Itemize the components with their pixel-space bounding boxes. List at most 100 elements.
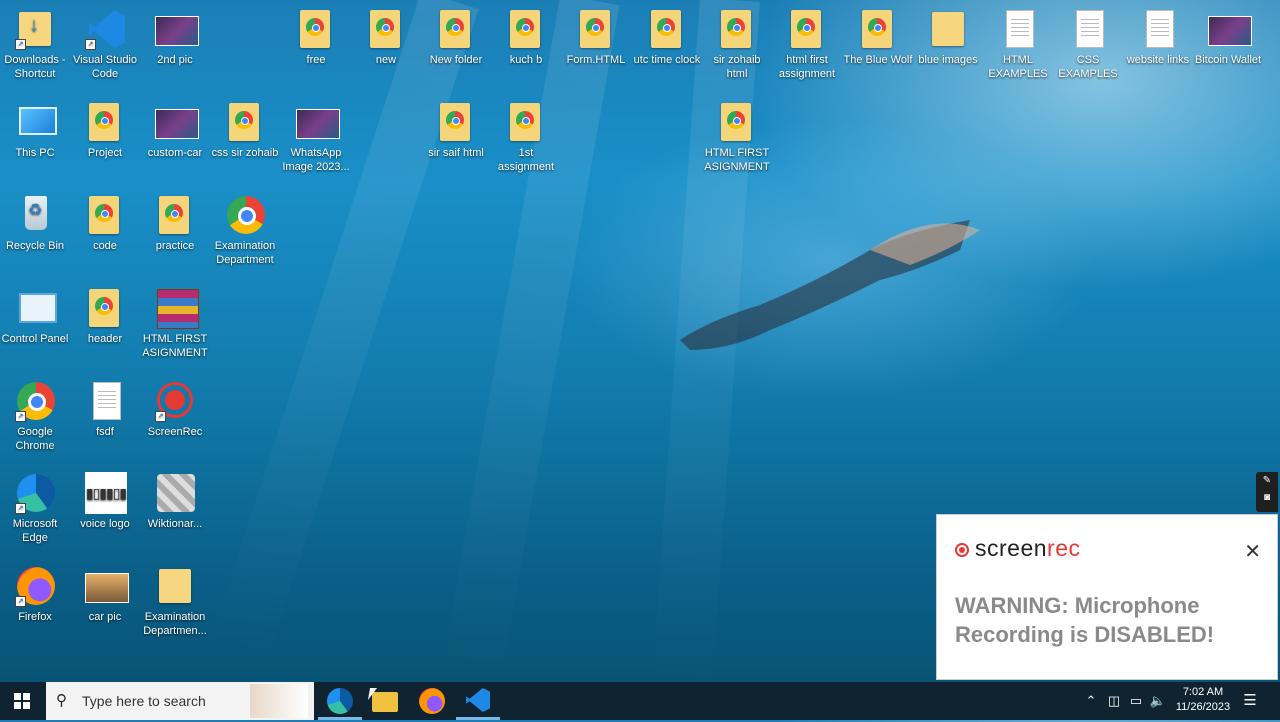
- desktop-icon-label: Downloads - Shortcut: [4, 54, 66, 80]
- desktop-icon-label: 2nd pic: [157, 54, 193, 66]
- camera-icon[interactable]: ◙: [1256, 492, 1278, 503]
- pencil-icon[interactable]: ✎: [1256, 475, 1278, 486]
- image-icon: [155, 8, 199, 50]
- control-panel-icon: [15, 287, 57, 329]
- desktop-icon[interactable]: new: [351, 8, 421, 67]
- desktop-icon[interactable]: HTML FIRST ASIGNMENT: [702, 101, 772, 174]
- shortcut-arrow-icon: ↗: [15, 503, 26, 514]
- desktop-icon[interactable]: practice: [140, 194, 210, 253]
- desktop-icon[interactable]: Form.HTML: [561, 8, 631, 67]
- folder-doc-icon: [436, 101, 476, 143]
- desktop-icon[interactable]: CSS EXAMPLES: [1053, 8, 1123, 81]
- desktop-icon-label: voice logo: [80, 518, 130, 530]
- desktop-icon[interactable]: utc time clock: [632, 8, 702, 67]
- desktop-icon-label: website links: [1126, 54, 1190, 66]
- desktop-icon[interactable]: blue images: [913, 8, 983, 67]
- search-placeholder: Type here to search: [82, 693, 206, 709]
- desktop-icon[interactable]: Project: [70, 101, 140, 160]
- taskbar-search-box[interactable]: ⚲ Type here to search: [46, 682, 314, 720]
- desktop-icon[interactable]: kuch b: [491, 8, 561, 67]
- folder-doc-icon: [576, 8, 616, 50]
- firefox-icon: ↗: [15, 565, 55, 607]
- taskbar-file-explorer-icon[interactable]: [372, 692, 398, 712]
- desktop-icon-label: CSS EXAMPLES: [1058, 54, 1118, 80]
- folder-doc-icon: [506, 101, 546, 143]
- shortcut-arrow-icon: ↗: [15, 596, 26, 607]
- desktop-icon[interactable]: ↗ Google Chrome: [0, 380, 70, 453]
- desktop-icon[interactable]: 1st assignment: [491, 101, 561, 174]
- desktop-icon[interactable]: Bitcoin Wallet: [1193, 8, 1263, 67]
- shortcut-arrow-icon: ↗: [15, 411, 26, 422]
- image-icon: [296, 101, 340, 143]
- taskbar-firefox-icon[interactable]: [419, 688, 445, 714]
- windows-start-button[interactable]: [0, 682, 44, 720]
- desktop-icon-label: car pic: [88, 611, 122, 623]
- desktop-icon[interactable]: ↓ ↗ Downloads - Shortcut: [0, 8, 70, 81]
- desktop-icon[interactable]: 2nd pic: [140, 8, 210, 67]
- network-icon[interactable]: ▭: [1126, 682, 1146, 720]
- clock-date: 11/26/2023: [1175, 701, 1231, 713]
- vscode-icon: ↗: [85, 8, 125, 50]
- desktop-icon-label: blue images: [918, 54, 978, 66]
- desktop-icon[interactable]: This PC: [0, 101, 70, 160]
- text-file-icon: [998, 8, 1038, 50]
- desktop-icon[interactable]: Examination Departmen...: [140, 565, 210, 638]
- desktop-icon[interactable]: custom-car: [140, 101, 210, 160]
- clock-time: 7:02 AM: [1182, 686, 1224, 698]
- image-icon: [1208, 8, 1252, 50]
- desktop-icon[interactable]: ▮▯▮▮▯▮ voice logo: [70, 472, 140, 531]
- volume-icon[interactable]: 🔈: [1148, 682, 1168, 720]
- desktop-icon[interactable]: WhatsApp Image 2023...: [281, 101, 351, 174]
- desktop-icon[interactable]: ↗ Microsoft Edge: [0, 472, 70, 545]
- taskbar-vscode-icon[interactable]: [466, 688, 490, 712]
- desktop-icon-label: header: [87, 333, 123, 345]
- brand-rec: rec: [1047, 535, 1081, 561]
- desktop-icon[interactable]: HTML EXAMPLES: [983, 8, 1053, 81]
- desktop-icon[interactable]: sir zohaib html: [702, 8, 772, 81]
- desktop-icon-label: Visual Studio Code: [72, 54, 137, 80]
- show-hidden-icons-chevron-icon[interactable]: ⌃: [1082, 682, 1100, 720]
- desktop-icon[interactable]: header: [70, 287, 140, 346]
- desktop-icon[interactable]: free: [281, 8, 351, 67]
- desktop-icon[interactable]: html first assignment: [772, 8, 842, 81]
- folder-doc-icon: [506, 8, 546, 50]
- image-icon: [155, 101, 199, 143]
- desktop-icon-label: kuch b: [509, 54, 543, 66]
- desktop-icon-label: code: [93, 240, 117, 252]
- desktop-icon[interactable]: ↗ Firefox: [0, 565, 70, 624]
- text-file-icon: [1138, 8, 1178, 50]
- desktop-icon[interactable]: sir saif html: [421, 101, 491, 160]
- search-icon: ⚲: [56, 692, 67, 709]
- notification-center-icon[interactable]: ☰: [1240, 682, 1260, 720]
- search-highlight-image: [250, 684, 308, 718]
- desktop-icon[interactable]: ↗ Visual Studio Code: [70, 8, 140, 81]
- desktop-icon[interactable]: New folder: [421, 8, 491, 67]
- record-icon: [955, 543, 969, 557]
- taskbar-clock[interactable]: 7:02 AM 11/26/2023: [1170, 685, 1236, 715]
- desktop-icon-label: 1st assignment: [497, 147, 555, 173]
- desktop-icon[interactable]: HTML FIRST ASIGNMENT: [140, 287, 210, 360]
- desktop-icon[interactable]: The Blue Wolf: [843, 8, 913, 67]
- close-icon[interactable]: ✕: [1244, 539, 1261, 564]
- taskbar-edge-icon[interactable]: [327, 688, 353, 714]
- light-ray: [208, 0, 479, 666]
- desktop-icon[interactable]: Recycle Bin: [0, 194, 70, 253]
- desktop-icon[interactable]: Examination Department: [210, 194, 280, 267]
- desktop-icon[interactable]: css sir zohaib: [210, 101, 280, 160]
- desktop-icon[interactable]: website links: [1123, 8, 1193, 67]
- desktop-icon-label: Examination Departmen...: [143, 611, 207, 637]
- desktop-icon-label: HTML FIRST ASIGNMENT: [704, 147, 770, 173]
- desktop-icon[interactable]: car pic: [70, 565, 140, 624]
- edge-icon: ↗: [15, 472, 55, 514]
- desktop-icon[interactable]: ↗ ScreenRec: [140, 380, 210, 439]
- folder-icon: [155, 565, 195, 607]
- meet-now-icon[interactable]: ◫: [1104, 682, 1124, 720]
- shortcut-arrow-icon: ↗: [85, 39, 96, 50]
- desktop-icon[interactable]: fsdf: [70, 380, 140, 439]
- desktop-icon[interactable]: Wiktionar...: [140, 472, 210, 531]
- shortcut-arrow-icon: ↗: [15, 39, 26, 50]
- desktop-icon[interactable]: Control Panel: [0, 287, 70, 346]
- warning-message: WARNING: Microphone Recording is DISABLE…: [955, 593, 1215, 647]
- desktop-icon[interactable]: code: [70, 194, 140, 253]
- screenrec-side-tools[interactable]: ✎ ◙: [1256, 472, 1278, 512]
